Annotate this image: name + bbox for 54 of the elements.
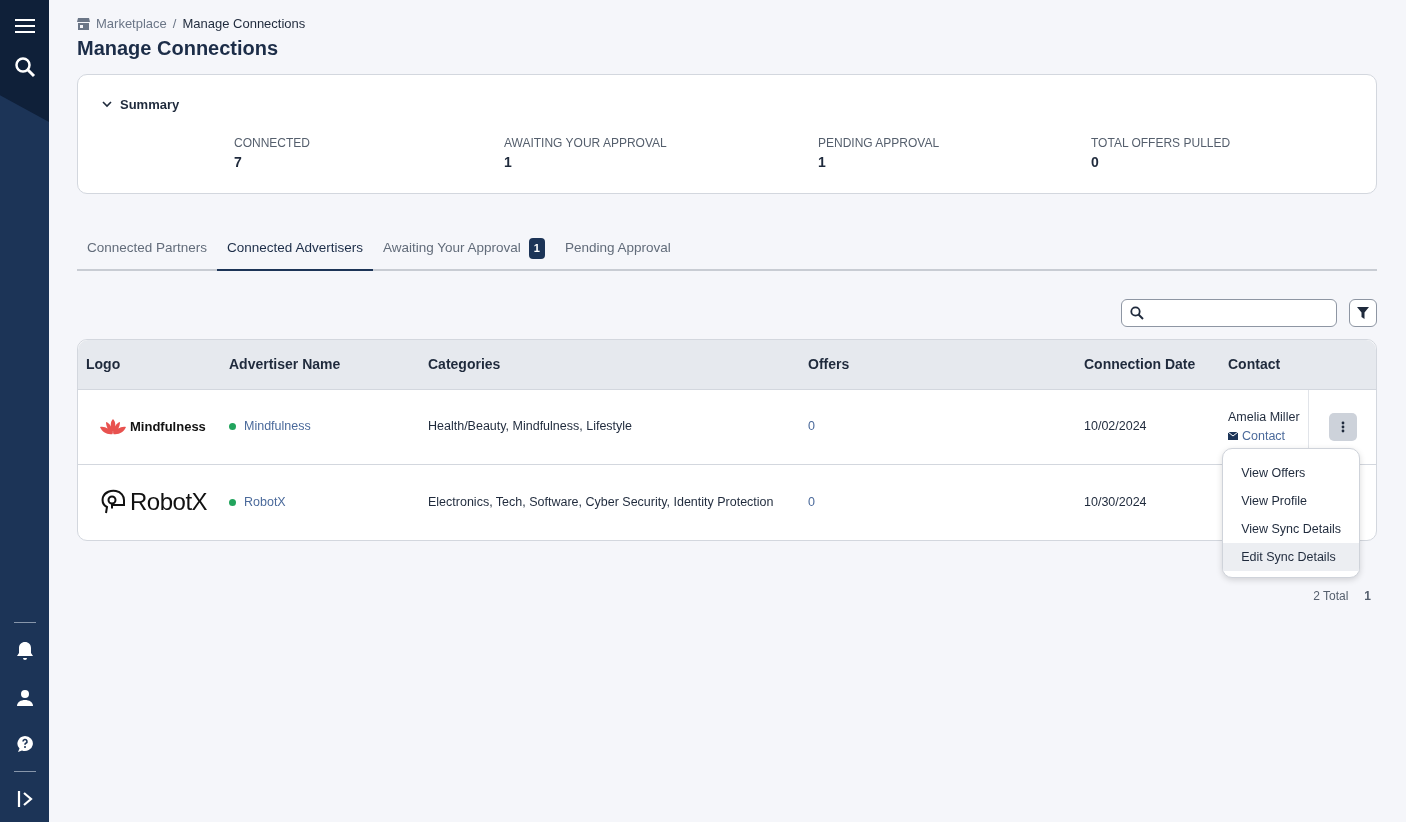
stat-label: CONNECTED	[234, 135, 311, 152]
column-header: Connection Date	[1076, 339, 1220, 390]
stat-value: 1	[818, 153, 827, 172]
stat-label: TOTAL OFFERS PULLED	[1091, 135, 1232, 152]
column-header: Advertiser Name	[221, 339, 420, 390]
menu-item[interactable]: View Offers	[1223, 458, 1359, 487]
logo-text: RobotX	[130, 487, 208, 517]
count-badge: 1	[528, 238, 545, 259]
column-header: Offers	[800, 339, 1076, 390]
contact-name: Amelia Miller	[1228, 408, 1300, 426]
store-icon	[77, 17, 90, 30]
tab[interactable]: Connected Advertisers	[217, 230, 373, 271]
filter-button[interactable]	[1349, 298, 1377, 327]
menu-item[interactable]: Edit Sync Details	[1223, 542, 1359, 571]
logo-text: Mindfulness	[130, 417, 206, 436]
search-icon	[1130, 305, 1144, 320]
advertiser-link[interactable]: RobotX	[244, 492, 286, 512]
stat-label: PENDING APPROVAL	[818, 135, 941, 152]
page-title: Manage Connections	[77, 35, 280, 60]
tab[interactable]: Awaiting Your Approval 1	[372, 230, 555, 271]
table-cell-text: Electronics, Tech, Software, Cyber Security, Identity Protection	[428, 493, 774, 511]
filter-icon	[1357, 306, 1369, 319]
contact-link[interactable]: Contact	[1242, 426, 1286, 446]
summary-toggle[interactable]: Summary	[102, 94, 180, 114]
column-header: Logo	[78, 339, 221, 390]
lotus-icon	[100, 418, 126, 435]
tab[interactable]: Pending Approval	[554, 230, 681, 271]
stat-value: 1	[504, 153, 513, 172]
page-number[interactable]: 1	[1364, 586, 1371, 605]
breadcrumb-current: Manage Connections	[182, 15, 306, 33]
menu-item[interactable]: View Profile	[1223, 486, 1359, 515]
offers-link[interactable]: 0	[808, 417, 815, 436]
table-cell-text: 10/30/2024	[1084, 493, 1147, 511]
stat-label: AWAITING YOUR APPROVAL	[504, 135, 668, 152]
search-field[interactable]	[1121, 298, 1337, 327]
more-icon	[1340, 420, 1345, 433]
advertiser-link[interactable]: Mindfulness	[244, 417, 311, 436]
table-cell-text: Health/Beauty, Mindfulness, Lifestyle	[428, 418, 633, 436]
breadcrumb-link[interactable]: Marketplace	[96, 14, 167, 34]
stat-value: 0	[1091, 153, 1100, 172]
chevron-icon	[102, 100, 112, 108]
total-count: 2 Total	[1313, 587, 1349, 605]
tab[interactable]: Connected Partners	[77, 230, 218, 271]
more-button[interactable]	[1328, 412, 1357, 441]
robot-head-icon	[100, 489, 126, 515]
mail-icon	[1228, 431, 1238, 440]
offers-link[interactable]: 0	[808, 492, 815, 512]
breadcrumb-separator: /	[172, 15, 177, 33]
column-header: Contact	[1220, 339, 1308, 390]
column-header: Categories	[420, 339, 800, 390]
menu-item[interactable]: View Sync Details	[1223, 514, 1359, 543]
table-cell-text: 10/02/2024	[1084, 418, 1147, 436]
stat-value: 7	[234, 153, 243, 172]
menu-button[interactable]	[12, 16, 37, 36]
